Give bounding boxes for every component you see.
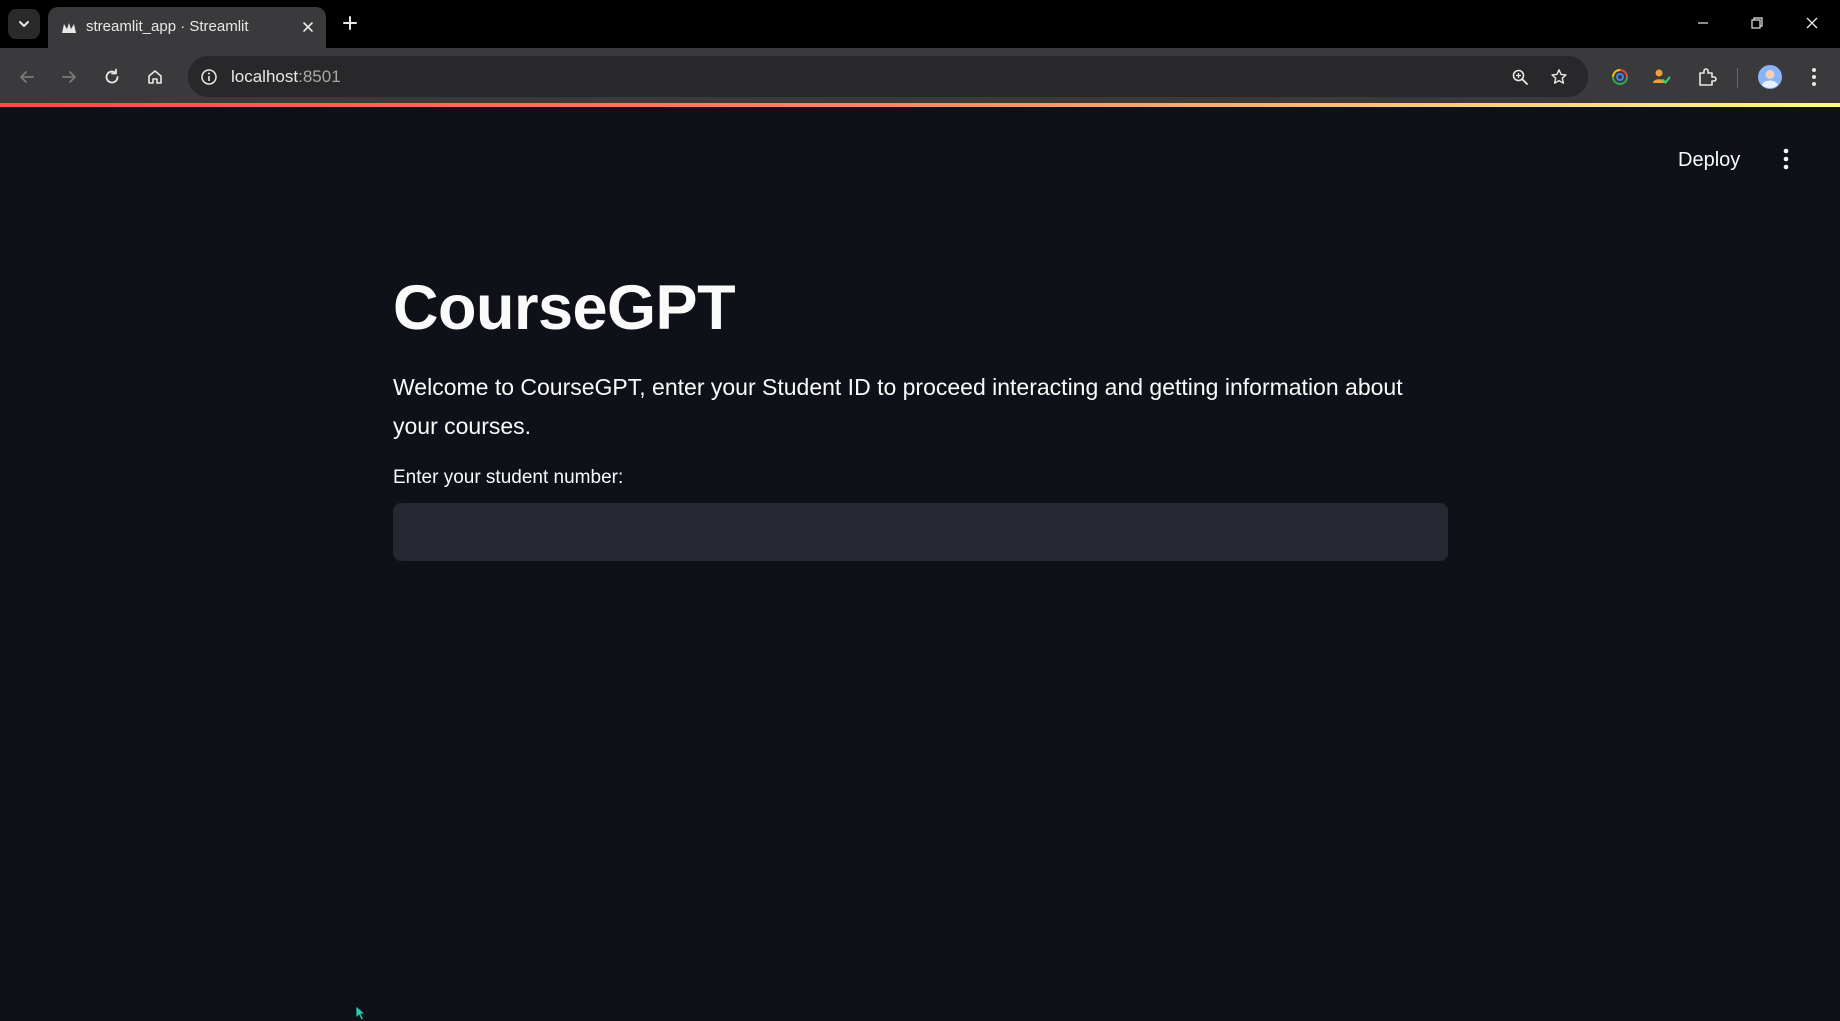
profile-button[interactable] bbox=[1754, 61, 1786, 93]
kebab-menu-icon bbox=[1783, 148, 1789, 170]
info-icon bbox=[201, 69, 217, 85]
main-content: CourseGPT Welcome to CourseGPT, enter yo… bbox=[393, 277, 1448, 561]
minimize-button[interactable] bbox=[1683, 8, 1723, 38]
extensions-button[interactable] bbox=[1691, 61, 1723, 93]
url-host: localhost bbox=[231, 67, 299, 86]
reload-icon bbox=[105, 68, 119, 84]
streamlit-crown-icon bbox=[62, 23, 76, 33]
close-icon bbox=[1806, 17, 1818, 29]
forward-button[interactable] bbox=[53, 61, 85, 93]
page-title: CourseGPT bbox=[393, 273, 736, 343]
mouse-cursor-icon bbox=[355, 1005, 367, 1021]
streamlit-app: Deploy CourseGPT Welcome to CourseGPT, e… bbox=[0, 107, 1840, 1021]
star-icon bbox=[1551, 69, 1567, 84]
address-bar[interactable]: localhost:8501 bbox=[188, 56, 1588, 97]
new-tab-button[interactable] bbox=[337, 10, 363, 36]
student-number-label: Enter your student number: bbox=[393, 467, 624, 488]
browser-tab-strip: streamlit_app · Streamlit bbox=[0, 0, 1840, 48]
back-button[interactable] bbox=[11, 61, 43, 93]
reload-button[interactable] bbox=[96, 61, 128, 93]
extension-button-2[interactable] bbox=[1645, 61, 1677, 93]
home-icon bbox=[148, 70, 162, 84]
close-tab-button[interactable] bbox=[298, 17, 318, 37]
extension-button-1[interactable] bbox=[1604, 61, 1636, 93]
student-number-input[interactable] bbox=[393, 503, 1448, 561]
tab-search-button[interactable] bbox=[8, 9, 40, 39]
intro-text: Welcome to CourseGPT, enter your Student… bbox=[393, 374, 1403, 439]
bookmark-button[interactable] bbox=[1547, 65, 1571, 89]
arrow-left-icon bbox=[20, 71, 34, 83]
close-window-button[interactable] bbox=[1792, 8, 1832, 38]
puzzle-icon bbox=[1699, 68, 1717, 86]
restore-icon bbox=[1751, 17, 1763, 29]
avatar bbox=[1758, 65, 1782, 89]
tab-title: streamlit_app · Streamlit bbox=[86, 18, 249, 35]
minimize-icon bbox=[1698, 22, 1708, 24]
person-check-icon bbox=[1653, 69, 1671, 84]
deploy-button[interactable]: Deploy bbox=[1668, 145, 1750, 176]
toolbar-separator bbox=[1737, 68, 1738, 88]
colorful-extension-icon bbox=[1612, 69, 1628, 85]
url-port: :8501 bbox=[298, 67, 341, 86]
restore-button[interactable] bbox=[1737, 8, 1777, 38]
browser-menu-button[interactable] bbox=[1798, 61, 1830, 93]
url-text: localhost:8501 bbox=[231, 67, 341, 87]
zoom-button[interactable] bbox=[1508, 65, 1532, 89]
zoom-icon bbox=[1512, 69, 1528, 85]
arrow-right-icon bbox=[62, 71, 76, 83]
kebab-menu-icon bbox=[1812, 68, 1816, 86]
browser-toolbar: localhost:8501 bbox=[0, 48, 1840, 106]
site-info-button[interactable] bbox=[197, 65, 221, 89]
home-button[interactable] bbox=[139, 61, 171, 93]
browser-tab-active[interactable]: streamlit_app · Streamlit bbox=[48, 7, 326, 48]
close-icon bbox=[303, 22, 313, 32]
plus-icon bbox=[343, 16, 357, 30]
chevron-down-icon bbox=[19, 21, 29, 27]
main-menu-button[interactable] bbox=[1770, 143, 1802, 175]
